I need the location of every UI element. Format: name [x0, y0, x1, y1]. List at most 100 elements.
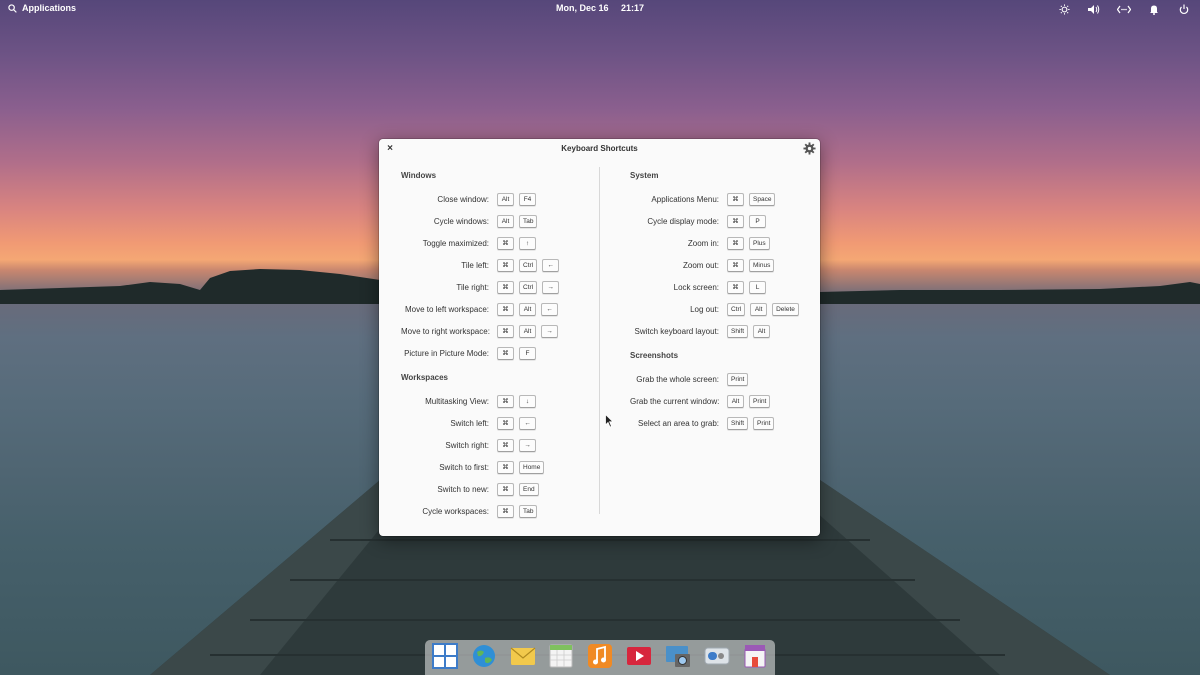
- section-title: Screenshots: [630, 351, 679, 360]
- shortcut-label: Cycle display mode:: [647, 216, 719, 226]
- shortcut-keys: ⌘ F: [497, 346, 536, 360]
- keycap: ⌘: [727, 280, 744, 294]
- applications-menu-button[interactable]: Applications: [8, 3, 76, 13]
- shortcut-row: Cycle windows: Alt Tab: [401, 210, 591, 232]
- keycap: Plus: [749, 236, 770, 250]
- shortcut-keys: ⌘ Alt ←: [497, 302, 558, 316]
- power-icon[interactable]: [1176, 2, 1192, 16]
- keycap: P: [749, 214, 766, 228]
- top-panel: Applications Mon, Dec 16 21:17: [0, 0, 1200, 18]
- gear-icon[interactable]: [803, 142, 816, 155]
- keycap: Ctrl: [727, 302, 746, 316]
- keycap: ←: [542, 258, 560, 272]
- network-icon[interactable]: [1116, 2, 1132, 16]
- keycap: Print: [727, 372, 749, 386]
- shortcut-keys: Shift Alt: [727, 324, 771, 338]
- mail-icon[interactable]: [510, 643, 536, 669]
- time-label: 21:17: [621, 3, 645, 13]
- notifications-icon[interactable]: [1146, 2, 1162, 16]
- shortcut-keys: ⌘ ↑: [497, 236, 536, 250]
- shortcut-row: Applications Menu: ⌘ Space: [630, 188, 820, 210]
- keycap: Alt: [750, 302, 768, 316]
- shortcut-label: Grab the whole screen:: [636, 374, 719, 384]
- keycap: Print: [749, 394, 771, 408]
- shortcut-label: Switch right:: [445, 440, 489, 450]
- shortcut-row: Cycle display mode: ⌘ P: [630, 210, 820, 232]
- volume-icon[interactable]: [1086, 2, 1102, 16]
- brightness-icon[interactable]: [1056, 2, 1072, 16]
- keycap: ⌘: [727, 236, 744, 250]
- keycap: Minus: [749, 258, 775, 272]
- indicators: [1056, 2, 1192, 16]
- keycap: ⌘: [497, 236, 514, 250]
- keycap: ⌘: [497, 504, 514, 518]
- shortcut-label: Lock screen:: [673, 282, 719, 292]
- shortcut-label: Close window:: [437, 194, 489, 204]
- keycap: ↑: [519, 236, 536, 250]
- date-time-indicator[interactable]: Mon, Dec 16 21:17: [540, 3, 660, 13]
- section-title: Workspaces: [401, 373, 448, 382]
- keyboard-shortcuts-dialog: × Keyboard Shortcuts Windows Close windo…: [379, 139, 820, 536]
- videos-icon[interactable]: [626, 643, 652, 669]
- shortcut-label: Zoom out:: [682, 260, 719, 270]
- keycap: Alt: [727, 394, 744, 408]
- keycap: Delete: [772, 302, 799, 316]
- system-settings-icon[interactable]: [704, 643, 730, 669]
- calendar-icon[interactable]: [548, 643, 574, 669]
- multitasking-view-icon[interactable]: [432, 643, 458, 669]
- shortcut-keys: Alt F4: [497, 192, 536, 206]
- keycap: Shift: [727, 324, 749, 338]
- keycap: ⌘: [497, 280, 514, 294]
- shortcut-label: Tile right:: [456, 282, 489, 292]
- web-browser-icon[interactable]: [471, 643, 497, 669]
- shortcut-row: Tile right: ⌘ Ctrl →: [401, 276, 591, 298]
- shortcut-label: Toggle maximized:: [422, 238, 489, 248]
- shortcut-keys: ⌘ ←: [497, 416, 536, 430]
- music-icon[interactable]: [587, 643, 613, 669]
- keycap: →: [542, 280, 560, 294]
- applications-label: Applications: [22, 3, 77, 13]
- shortcut-label: Picture in Picture Mode:: [404, 348, 489, 358]
- shortcut-row: Tile left: ⌘ Ctrl ←: [401, 254, 591, 276]
- keycap: Ctrl: [519, 280, 538, 294]
- shortcut-label: Switch to first:: [439, 462, 489, 472]
- keycap: ⌘: [497, 438, 514, 452]
- shortcut-row: Move to left workspace: ⌘ Alt ←: [401, 298, 591, 320]
- shortcut-keys: Alt Print: [727, 394, 771, 408]
- shortcut-row: Switch to new: ⌘ End: [401, 478, 591, 500]
- appcenter-icon[interactable]: [742, 643, 768, 669]
- shortcut-label: Move to left workspace:: [404, 304, 489, 314]
- keycap: L: [749, 280, 766, 294]
- left-column: Windows Close window: Alt F4 Cycle windows: A…: [401, 170, 591, 522]
- shortcut-label: Switch left:: [450, 418, 489, 428]
- photos-icon[interactable]: [665, 643, 691, 669]
- shortcut-keys: ⌘ P: [727, 214, 766, 228]
- shortcut-row: Switch to first: ⌘ Home: [401, 456, 591, 478]
- keycap: ←: [519, 416, 536, 430]
- shortcut-keys: Shift Print: [727, 416, 775, 430]
- shortcut-keys: ⌘ Ctrl ←: [497, 258, 560, 272]
- shortcut-label: Select an area to grab:: [638, 418, 719, 428]
- keycap: ⌘: [497, 482, 514, 496]
- shortcut-row: Log out: Ctrl Alt Delete: [630, 298, 820, 320]
- dialog-title: Keyboard Shortcuts: [561, 144, 638, 153]
- date-label: Mon, Dec 16: [555, 3, 609, 13]
- shortcut-row: Cycle workspaces: ⌘ Tab: [401, 500, 591, 522]
- shortcut-row: Switch right: ⌘ →: [401, 434, 591, 456]
- shortcut-label: Zoom in:: [687, 238, 719, 248]
- shortcut-keys: ⌘ Space: [727, 192, 776, 206]
- shortcut-keys: ⌘ L: [727, 280, 766, 294]
- shortcut-row: Select an area to grab: Shift Print: [630, 412, 820, 434]
- keycap: End: [519, 482, 539, 496]
- section-title: Windows: [401, 171, 437, 180]
- shortcut-keys: ⌘ Home: [497, 460, 545, 474]
- shortcut-row: Toggle maximized: ⌘ ↑: [401, 232, 591, 254]
- keycap: Alt: [519, 324, 536, 338]
- keycap: Alt: [519, 302, 536, 316]
- shortcut-keys: ⌘ Alt →: [497, 324, 558, 338]
- shortcut-label: Grab the current window:: [630, 396, 720, 406]
- keycap: ⌘: [497, 346, 514, 360]
- keycap: Space: [749, 192, 776, 206]
- shortcut-label: Cycle windows:: [433, 216, 489, 226]
